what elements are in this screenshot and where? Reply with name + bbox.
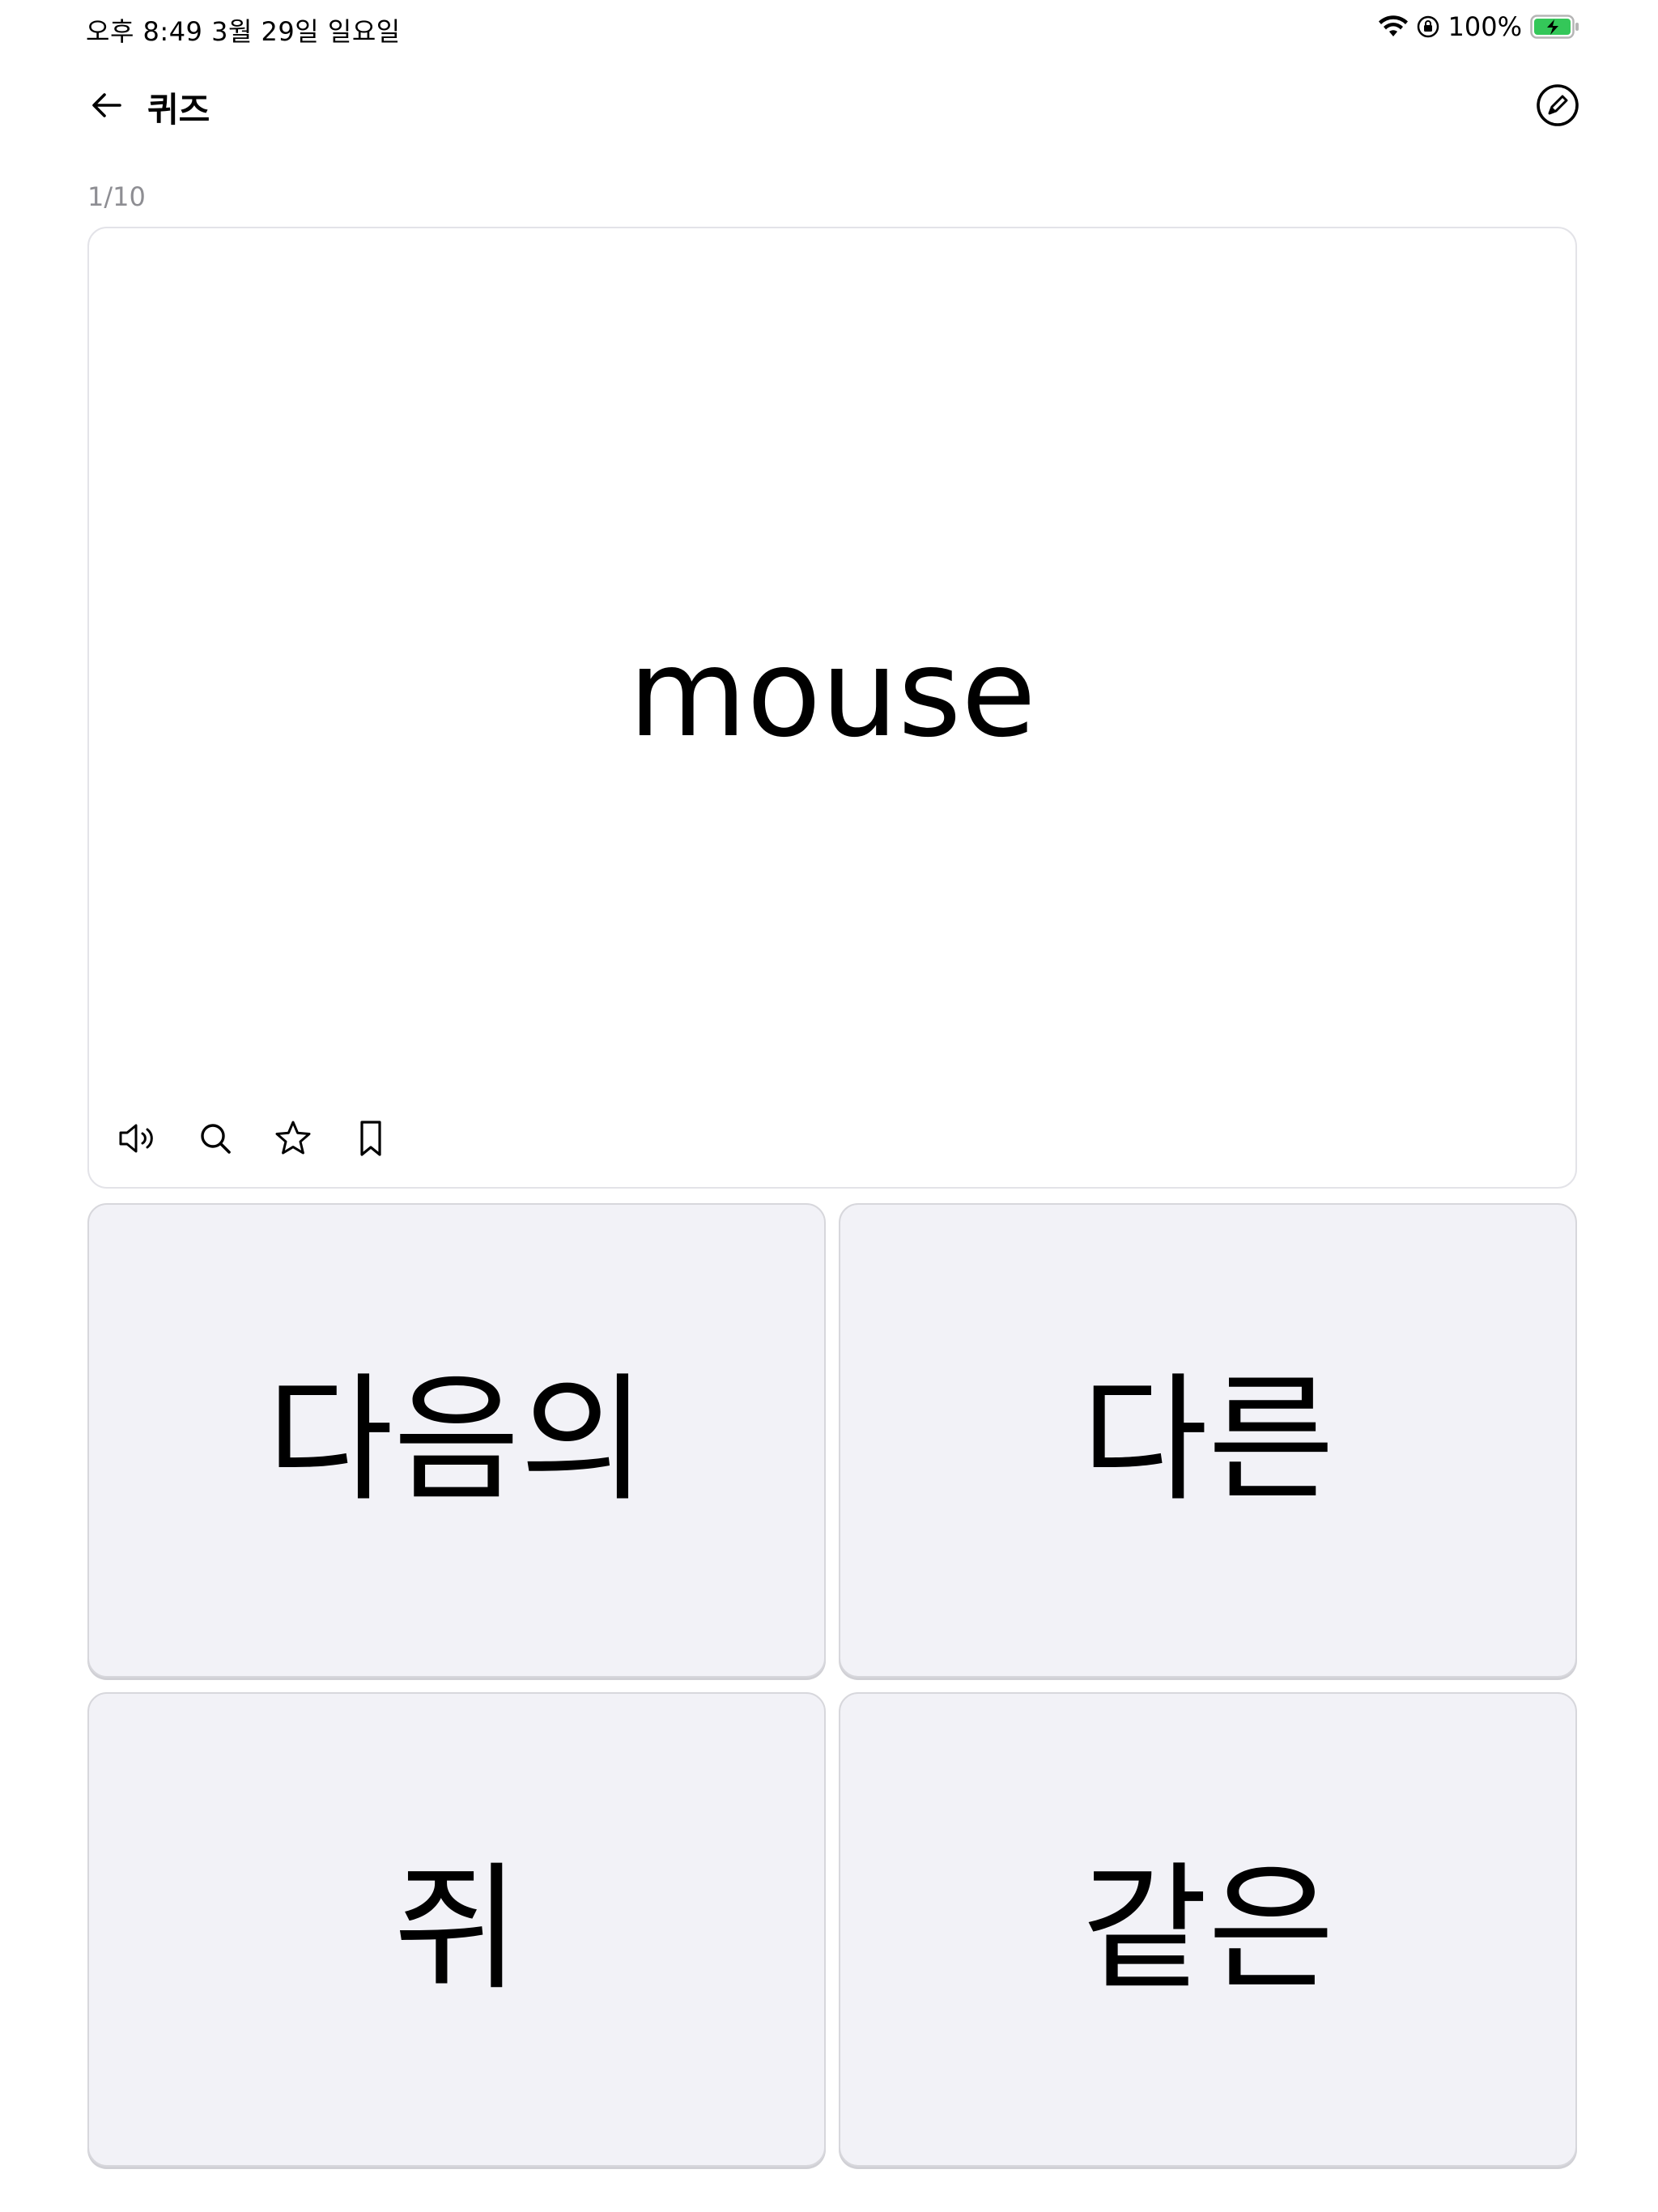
status-indicators: 100% [1378, 11, 1580, 42]
search-icon [198, 1121, 233, 1159]
nav-bar: 퀴즈 [0, 73, 1658, 138]
battery-percent: 100% [1448, 11, 1522, 42]
answer-label: 같은 [1081, 1849, 1335, 2010]
bookmark-icon [355, 1119, 387, 1161]
page-title: 퀴즈 [147, 90, 210, 130]
question-card: mouse [87, 227, 1577, 1189]
bookmark-button[interactable] [348, 1117, 393, 1163]
favorite-button[interactable] [270, 1117, 316, 1163]
quiz-progress: 1/10 [87, 181, 146, 212]
wifi-icon [1378, 15, 1408, 38]
edit-circle-icon [1535, 83, 1580, 131]
answer-label: 다른 [1081, 1360, 1335, 1521]
answer-label: 쥐 [393, 1849, 521, 2010]
search-button[interactable] [193, 1117, 238, 1163]
status-bar: 오후 8:49 3월 29일 일요일 100% [0, 0, 1658, 58]
card-toolbar [115, 1117, 393, 1163]
status-time: 오후 8:49 3월 29일 일요일 [86, 16, 401, 47]
speaker-icon [117, 1121, 158, 1159]
answer-option-1[interactable]: 다음의 [87, 1203, 826, 1678]
arrow-left-icon [89, 87, 125, 126]
battery-charging-icon [1530, 14, 1580, 40]
answer-label: 다음의 [266, 1360, 647, 1521]
edit-button[interactable] [1533, 83, 1582, 131]
question-word: mouse [628, 623, 1036, 764]
answer-option-4[interactable]: 같은 [839, 1692, 1577, 2167]
speak-button[interactable] [115, 1117, 160, 1163]
back-button[interactable] [84, 84, 130, 130]
star-icon [274, 1119, 312, 1161]
answer-option-2[interactable]: 다른 [839, 1203, 1577, 1678]
answer-option-3[interactable]: 쥐 [87, 1692, 826, 2167]
orientation-lock-icon [1416, 15, 1440, 39]
